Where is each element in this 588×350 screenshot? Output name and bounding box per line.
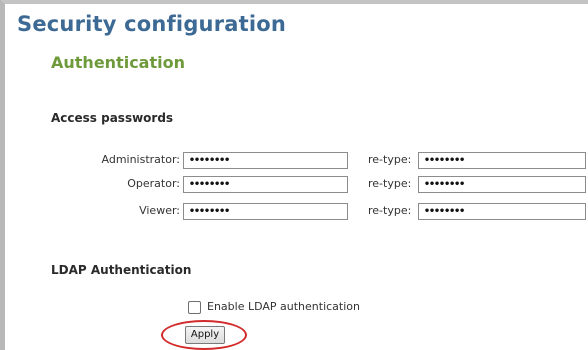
administrator-retype-password-field[interactable]: •••••••• — [418, 152, 586, 169]
password-row-operator: Operator: •••••••• re-type: •••••••• — [5, 176, 588, 194]
operator-retype-password-field[interactable]: •••••••• — [418, 176, 586, 193]
section-title-authentication: Authentication — [51, 53, 185, 72]
administrator-retype-label: re-type: — [368, 153, 412, 166]
enable-ldap-checkbox[interactable] — [188, 301, 201, 314]
page-title: Security configuration — [17, 12, 287, 36]
administrator-label: Administrator: — [101, 153, 181, 166]
operator-label: Operator: — [127, 177, 180, 190]
administrator-password-field[interactable]: •••••••• — [183, 152, 348, 169]
operator-password-field[interactable]: •••••••• — [183, 176, 348, 193]
enable-ldap-label[interactable]: Enable LDAP authentication — [207, 300, 360, 313]
password-row-viewer: Viewer: •••••••• re-type: •••••••• — [5, 203, 588, 221]
access-passwords-heading: Access passwords — [51, 111, 174, 125]
viewer-retype-password-field[interactable]: •••••••• — [418, 203, 586, 220]
viewer-password-field[interactable]: •••••••• — [183, 203, 348, 220]
password-row-administrator: Administrator: •••••••• re-type: •••••••… — [5, 152, 588, 170]
ldap-authentication-heading: LDAP Authentication — [51, 263, 192, 277]
viewer-retype-label: re-type: — [368, 204, 412, 217]
security-config-panel: Security configuration Authentication Ac… — [0, 0, 588, 350]
operator-retype-label: re-type: — [368, 177, 412, 190]
viewer-label: Viewer: — [139, 204, 180, 217]
apply-button[interactable]: Apply — [185, 326, 225, 344]
